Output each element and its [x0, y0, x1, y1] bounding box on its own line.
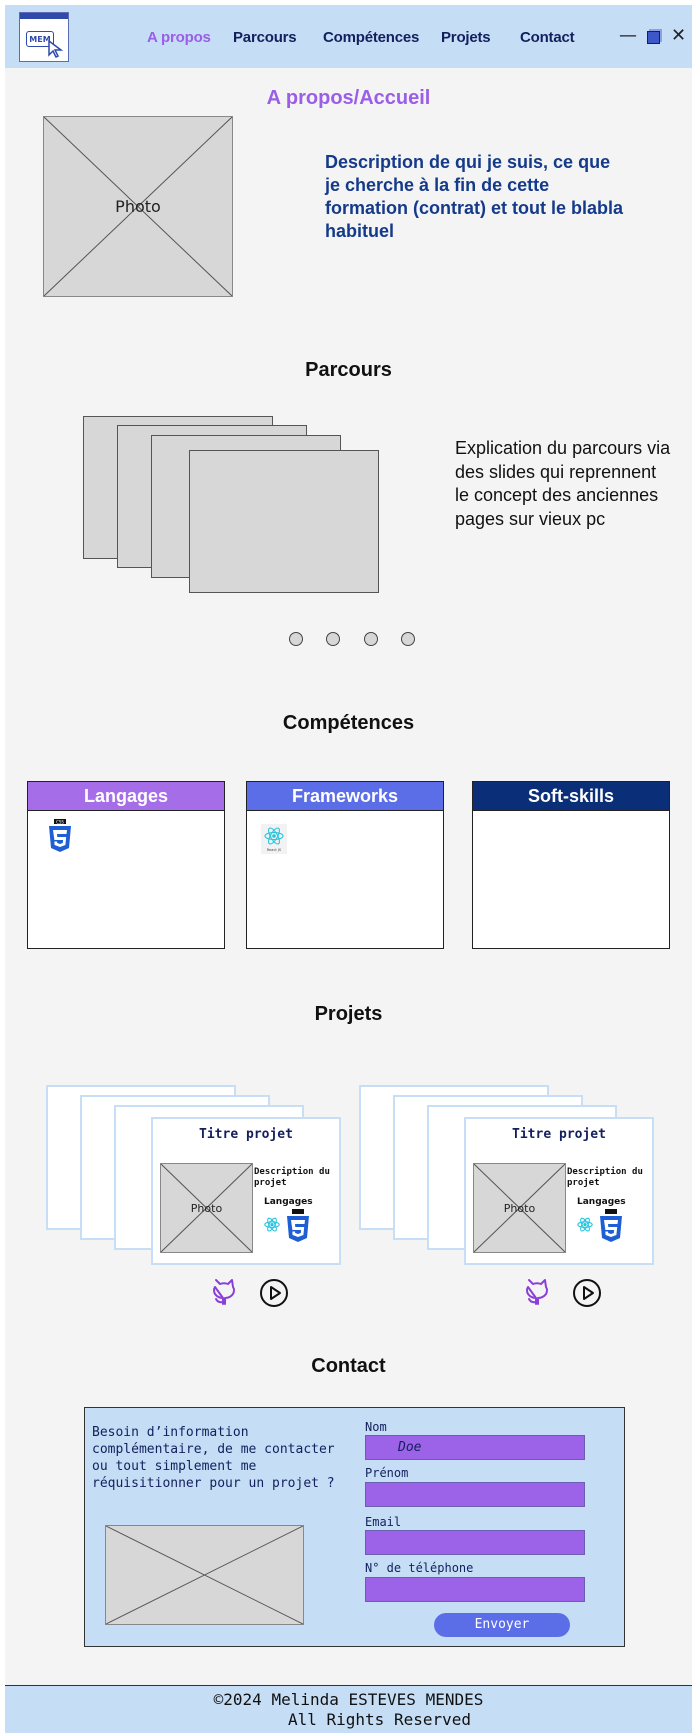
- contact-title: Contact: [311, 1355, 386, 1377]
- cursor-icon: [48, 39, 64, 59]
- play-icon[interactable]: [259, 1278, 289, 1308]
- slider-dot-4[interactable]: [401, 632, 415, 646]
- project-2-langs-label: Langages: [577, 1197, 626, 1207]
- react-icon: [264, 1217, 280, 1232]
- minimize-icon[interactable]: —: [619, 25, 637, 46]
- nav-parcours[interactable]: Parcours: [233, 29, 297, 46]
- rights-text: All Rights Reserved: [287, 1710, 472, 1729]
- card-frameworks-header: Frameworks: [247, 782, 443, 811]
- css3-icon: CSS: [49, 819, 71, 852]
- nav-competences[interactable]: Compétences: [323, 29, 419, 46]
- project-2-card[interactable]: Titre projet Photo Description du projet…: [464, 1117, 654, 1265]
- profile-photo-placeholder: Photo: [43, 116, 233, 297]
- slider-dot-2[interactable]: [326, 632, 340, 646]
- photo-label: Photo: [115, 197, 161, 216]
- slider-dot-3[interactable]: [364, 632, 378, 646]
- card-langages: Langages CSS: [27, 781, 225, 949]
- telephone-field[interactable]: [365, 1577, 585, 1602]
- close-icon[interactable]: ✕: [671, 25, 686, 46]
- maximize-icon[interactable]: [647, 31, 660, 44]
- projets-title: Projets: [314, 1003, 383, 1025]
- contact-form: Besoin d’information complémentaire, de …: [84, 1407, 625, 1647]
- nom-label: Nom: [365, 1420, 387, 1434]
- project-2-description: Description du projet: [567, 1167, 643, 1188]
- telephone-label: N° de téléphone: [365, 1561, 474, 1575]
- react-icon: React JS: [261, 824, 287, 854]
- svg-text:React JS: React JS: [267, 848, 282, 852]
- github-icon[interactable]: [211, 1277, 237, 1307]
- project-1-card[interactable]: Titre projet Photo Description du projet…: [151, 1117, 341, 1265]
- contact-message: Besoin d’information complémentaire, de …: [92, 1425, 335, 1491]
- project-2-photo: Photo: [473, 1163, 566, 1253]
- slide-front[interactable]: [189, 450, 379, 593]
- project-1-langs-label: Langages: [264, 1197, 313, 1207]
- project-2-title: Titre projet: [512, 1127, 606, 1142]
- logo[interactable]: MEM: [19, 12, 69, 62]
- about-description: Description de qui je suis, ce que je ch…: [325, 152, 624, 241]
- css3-icon: [600, 1209, 622, 1242]
- css3-icon: [287, 1209, 309, 1242]
- svg-text:CSS: CSS: [56, 819, 64, 824]
- page: MEM A propos Parcours Compétences Projet…: [5, 5, 692, 1733]
- site-header: MEM A propos Parcours Compétences Projet…: [5, 5, 692, 68]
- card-frameworks: Frameworks React JS: [246, 781, 444, 949]
- nav-projets[interactable]: Projets: [441, 29, 491, 46]
- card-soft-skills-header: Soft-skills: [473, 782, 669, 811]
- nav-contact[interactable]: Contact: [520, 29, 575, 46]
- prenom-field[interactable]: [365, 1482, 585, 1507]
- parcours-title: Parcours: [305, 359, 392, 381]
- github-icon[interactable]: [524, 1277, 550, 1307]
- play-icon[interactable]: [572, 1278, 602, 1308]
- site-footer: ©2024 Melinda ESTEVES MENDES All Rights …: [5, 1685, 692, 1733]
- placeholder-cross-icon: [106, 1526, 303, 1624]
- project-1-description: Description du projet: [254, 1167, 330, 1188]
- parcours-explanation: Explication du parcours via des slides q…: [455, 438, 671, 529]
- email-label: Email: [365, 1515, 402, 1529]
- copyright-text: ©2024 Melinda ESTEVES MENDES: [213, 1690, 484, 1709]
- nom-field[interactable]: Doe: [365, 1435, 585, 1460]
- project-1-photo-label: Photo: [190, 1202, 223, 1215]
- email-field[interactable]: [365, 1530, 585, 1555]
- slider-dot-1[interactable]: [289, 632, 303, 646]
- send-button[interactable]: Envoyer: [434, 1613, 570, 1637]
- prenom-label: Prénom: [365, 1466, 409, 1480]
- contact-image-placeholder: [105, 1525, 304, 1625]
- project-2-photo-label: Photo: [503, 1202, 536, 1215]
- nav-a-propos[interactable]: A propos: [147, 29, 211, 46]
- logo-titlebar: [20, 13, 68, 19]
- card-soft-skills: Soft-skills: [472, 781, 670, 949]
- competences-title: Compétences: [282, 712, 415, 734]
- project-1-photo: Photo: [160, 1163, 253, 1253]
- react-icon: [577, 1217, 593, 1232]
- project-1-title: Titre projet: [199, 1127, 293, 1142]
- card-langages-header: Langages: [28, 782, 224, 811]
- about-title: A propos/Accueil: [266, 87, 431, 109]
